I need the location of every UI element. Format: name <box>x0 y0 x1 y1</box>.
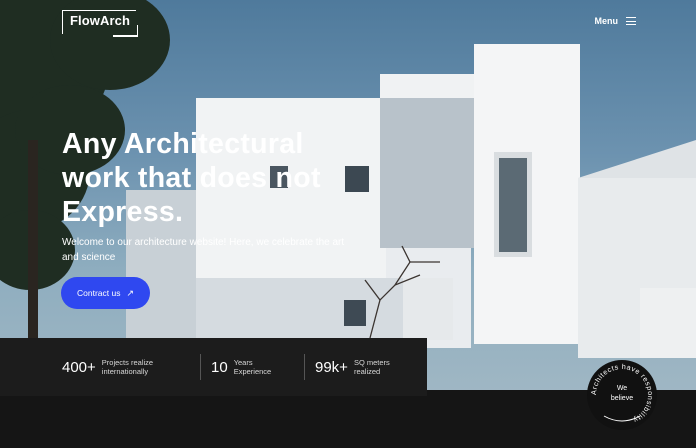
headline-line: work that does not <box>62 162 321 194</box>
stats-bar: 400+ Projects realize internationally 10 … <box>0 338 427 396</box>
menu-button[interactable]: Menu <box>594 16 636 26</box>
stat-projects: 400+ Projects realize internationally <box>62 353 200 381</box>
stat-label: Years Experience <box>233 357 272 377</box>
cta-label: Contract us <box>76 288 121 298</box>
arrow-up-right-icon: ↗ <box>126 287 134 298</box>
stat-value: 99k+ <box>315 358 348 376</box>
headline-line: Any Architectural <box>62 128 304 160</box>
logo[interactable]: FlowArch <box>62 10 139 37</box>
hero-subtitle: Welcome to our architecture website! Her… <box>62 235 392 265</box>
rotating-badge[interactable]: Architects have responsibility We believ… <box>587 360 657 430</box>
stat-value: 400+ <box>62 358 96 376</box>
contract-us-button[interactable]: Contract us ↗ <box>61 277 150 309</box>
divider <box>200 354 201 380</box>
badge-center-text: We believe <box>610 385 634 402</box>
stat-label: SQ meters realized <box>353 357 390 377</box>
stat-years: 10 Years Experience <box>211 353 304 381</box>
subtitle-line: Welcome to our architecture website! Her… <box>62 237 345 248</box>
hero-headline: Any Architectural work that does not Exp… <box>62 127 382 229</box>
menu-label: Menu <box>594 16 619 26</box>
subtitle-line: and science <box>62 252 116 263</box>
headline-line: Express. <box>62 196 184 228</box>
stat-value: 10 <box>211 358 228 376</box>
stat-label: Projects realize internationally <box>101 357 154 377</box>
divider <box>304 354 305 380</box>
stat-area: 99k+ SQ meters realized <box>315 353 390 381</box>
hamburger-icon <box>626 17 636 26</box>
